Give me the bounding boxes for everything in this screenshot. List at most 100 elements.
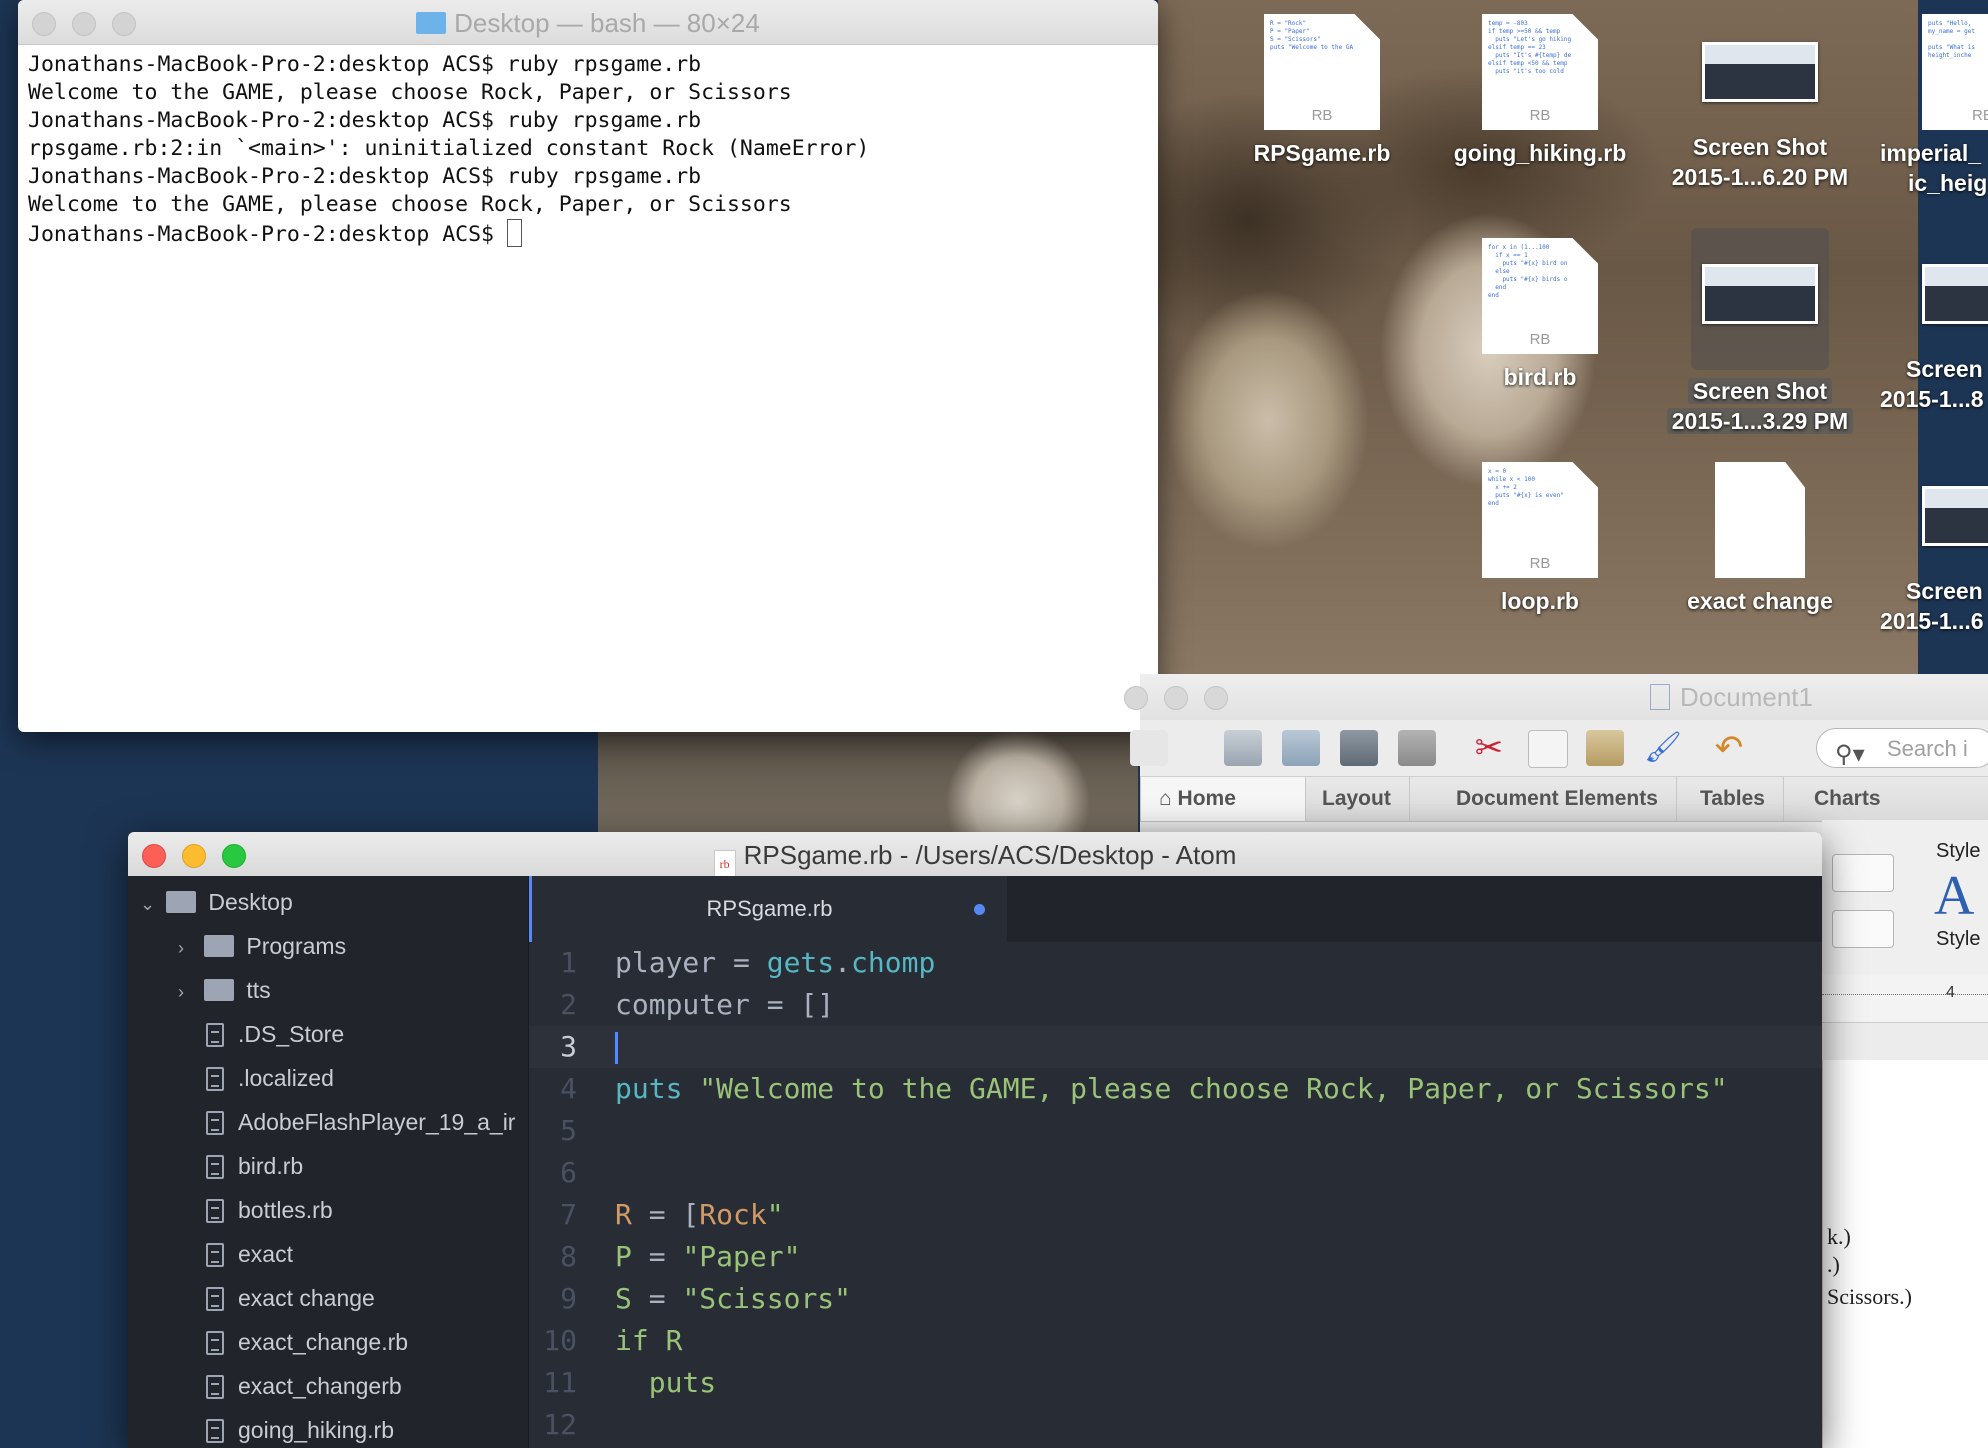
zoom-button[interactable] xyxy=(1204,686,1228,710)
tab-home[interactable]: ⌂ Home xyxy=(1140,777,1306,821)
tab-tables[interactable]: Tables xyxy=(1682,777,1784,821)
desktop-icon-bird[interactable]: for x in (1...100 if x == 1 puts "#{x} b… xyxy=(1440,238,1640,392)
line-number: 12 xyxy=(543,1408,577,1441)
cut-icon[interactable]: ✂ xyxy=(1470,730,1508,766)
word-title: Document1 xyxy=(1680,682,1813,712)
tree-label: AdobeFlashPlayer_19_a_ir xyxy=(238,1109,516,1135)
code-line: 9S = "Scissors" xyxy=(529,1278,1822,1320)
styles-icon[interactable]: A xyxy=(1934,864,1974,928)
new-document-icon[interactable] xyxy=(1130,730,1168,766)
code-line: 12 xyxy=(529,1404,1822,1446)
word-ribbon-tabs: ⌂ Home Layout Document Elements Tables C… xyxy=(1140,777,1988,822)
line-number: 6 xyxy=(560,1156,577,1189)
ruler-mark: 4 xyxy=(1946,984,1955,1001)
ruby-file-icon: rb xyxy=(713,850,736,878)
tree-file[interactable]: exact xyxy=(206,1232,293,1276)
line-number: 10 xyxy=(543,1324,577,1357)
code-editor[interactable]: RPSgame.rb 1 player = gets.chomp 2 compute… xyxy=(529,876,1822,1448)
code-area[interactable]: 1 player = gets.chomp 2 computer = [] 3 4p… xyxy=(529,942,1822,1448)
terminal-output[interactable]: Jonathans-MacBook-Pro-2:desktop ACS$ rub… xyxy=(18,45,1158,255)
terminal-window[interactable]: Desktop — bash — 80×24 Jonathans-MacBook… xyxy=(18,0,1158,732)
styles-button-label: Style xyxy=(1936,928,1981,950)
desktop-icon-rpsgame[interactable]: R = "Rock" P = "Paper" S = "Scissors" pu… xyxy=(1222,14,1422,168)
word-titlebar[interactable]: Document1 xyxy=(1124,674,1988,720)
document-page[interactable]: k.) .) Scissors.) xyxy=(1822,1060,1988,1448)
tab-rpsgame[interactable]: RPSgame.rb xyxy=(529,876,1007,942)
terminal-line: Jonathans-MacBook-Pro-2:desktop ACS$ rub… xyxy=(28,164,702,189)
desktop-icon-going-hiking[interactable]: temp = -803 if temp >=50 && temp puts "L… xyxy=(1440,14,1640,168)
word-toolbar: ✂ 🖌 ↶ ⚲▾ Search i xyxy=(1130,720,1988,777)
desktop-icon-screenshot-2[interactable]: Screen Shot 2015-1...3.29 PM xyxy=(1660,228,1860,436)
line-number: 5 xyxy=(560,1114,577,1147)
code-line: 4 puts "Welcome to the GAME, please choos… xyxy=(529,1068,1822,1110)
line-spacing-icon[interactable] xyxy=(1832,910,1894,948)
desktop-icon-loop[interactable]: x = 0 while x < 100 x += 2 puts "#{x} is… xyxy=(1440,462,1640,616)
folder-icon xyxy=(166,891,197,913)
tree-file[interactable]: exact_change.rb xyxy=(206,1320,408,1364)
line-number: 11 xyxy=(543,1366,577,1399)
tree-folder-tts[interactable]: › tts xyxy=(178,968,271,1012)
terminal-line: Jonathans-MacBook-Pro-2:desktop ACS$ rub… xyxy=(28,52,702,77)
minimize-button[interactable] xyxy=(1164,686,1188,710)
tree-root-desktop[interactable]: ⌄ Desktop xyxy=(140,880,293,924)
desktop-icon-screenshot-1[interactable]: Screen Shot 2015-1...6.20 PM xyxy=(1660,28,1860,192)
tree-file[interactable]: .localized xyxy=(206,1056,334,1100)
desktop-icon-screenshot-4[interactable]: Screen 2015-1...6 xyxy=(1880,472,1988,636)
open-folder-icon[interactable] xyxy=(1282,730,1320,766)
ruler[interactable]: 4 xyxy=(1822,974,1988,1023)
code-line: 5 xyxy=(529,1110,1822,1152)
terminal-titlebar[interactable]: Desktop — bash — 80×24 xyxy=(18,0,1158,45)
format-painter-icon[interactable]: 🖌 xyxy=(1644,730,1682,766)
atom-window[interactable]: rb RPSgame.rb - /Users/ACS/Desktop - Atom… xyxy=(128,832,1822,1448)
tree-file[interactable]: going_hiking.rb xyxy=(206,1408,394,1448)
print-icon[interactable] xyxy=(1398,730,1436,766)
word-search-placeholder: Search i xyxy=(1887,736,1968,761)
text-cursor xyxy=(615,1032,618,1064)
terminal-line: Welcome to the GAME, please choose Rock,… xyxy=(28,192,792,217)
tree-file[interactable]: exact change xyxy=(206,1276,375,1320)
close-button[interactable] xyxy=(1124,686,1148,710)
tab-charts[interactable]: Charts xyxy=(1796,777,1899,821)
indent-icon[interactable] xyxy=(1832,854,1894,892)
code-line: 1 player = gets.chomp xyxy=(529,942,1822,984)
tab-document-elements[interactable]: Document Elements xyxy=(1438,777,1677,821)
ruby-file-thumbnail: for x in (1...100 if x == 1 puts "#{x} b… xyxy=(1482,238,1598,354)
tree-label: bird.rb xyxy=(238,1153,304,1179)
line-number: 3 xyxy=(560,1030,577,1063)
file-icon xyxy=(206,1287,224,1311)
tree-file[interactable]: AdobeFlashPlayer_19_a_ir xyxy=(206,1100,515,1144)
tree-file[interactable]: bottles.rb xyxy=(206,1188,333,1232)
word-search-field[interactable]: ⚲▾ Search i xyxy=(1816,728,1988,768)
atom-titlebar[interactable]: rb RPSgame.rb - /Users/ACS/Desktop - Atom xyxy=(128,832,1822,878)
tab-label: Tables xyxy=(1700,787,1765,810)
desktop-icon-exact-change[interactable]: exact change xyxy=(1660,462,1860,616)
copy-icon[interactable] xyxy=(1528,730,1568,768)
terminal-title: Desktop — bash — 80×24 xyxy=(454,8,760,38)
line-number: 7 xyxy=(560,1198,577,1231)
paste-icon[interactable] xyxy=(1586,730,1624,766)
terminal-prompt: Jonathans-MacBook-Pro-2:desktop ACS$ xyxy=(28,222,507,247)
file-icon xyxy=(206,1243,224,1267)
document-icon xyxy=(1650,684,1670,710)
tree-label: .localized xyxy=(238,1065,334,1091)
terminal-line: Jonathans-MacBook-Pro-2:desktop ACS$ rub… xyxy=(28,108,702,133)
save-icon[interactable] xyxy=(1340,730,1378,766)
templates-icon[interactable] xyxy=(1224,730,1262,766)
desktop-icon-screenshot-3[interactable]: Screen 2015-1...8 xyxy=(1880,250,1988,414)
blank-file-icon xyxy=(1715,462,1805,578)
desktop-icon-label: Screen xyxy=(1906,356,1983,382)
desktop-icon-label: Screen xyxy=(1906,578,1983,604)
tree-file[interactable]: exact_changerb xyxy=(206,1364,402,1408)
tree-file[interactable]: bird.rb xyxy=(206,1144,303,1188)
desktop-icon-label: Screen Shot xyxy=(1687,378,1833,404)
desktop-icon-imperial[interactable]: puts "Hello, my_name = get puts "What is… xyxy=(1880,14,1988,198)
desktop-icon-label: loop.rb xyxy=(1501,588,1579,614)
project-tree[interactable]: ⌄ Desktop › Programs › tts .DS_Store .lo… xyxy=(128,876,529,1448)
screenshot-thumbnail xyxy=(1702,42,1818,102)
tree-folder-programs[interactable]: › Programs xyxy=(178,924,346,968)
tab-layout[interactable]: Layout xyxy=(1304,777,1410,821)
undo-icon[interactable]: ↶ xyxy=(1710,730,1748,766)
tree-file[interactable]: .DS_Store xyxy=(206,1012,344,1056)
line-number: 2 xyxy=(560,988,577,1021)
tree-label: exact_changerb xyxy=(238,1373,402,1399)
